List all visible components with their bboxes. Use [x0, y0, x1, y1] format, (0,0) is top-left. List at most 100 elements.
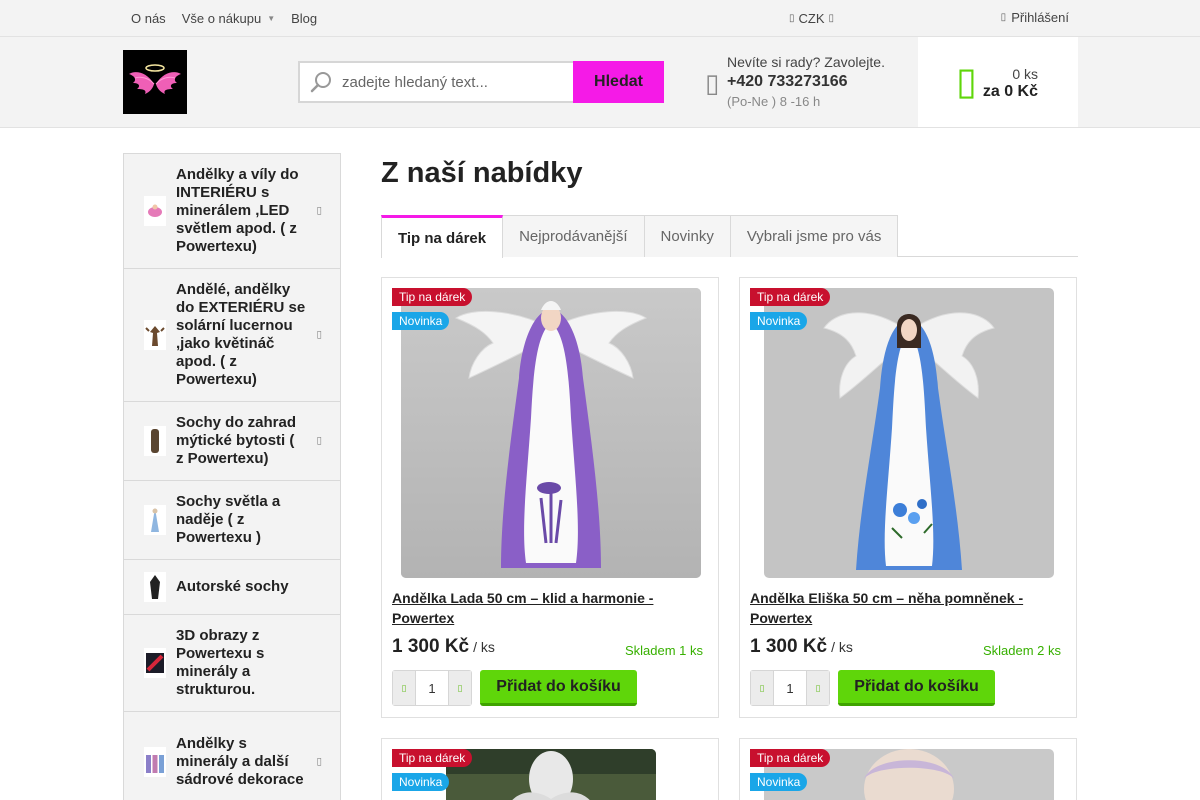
price-value: 1 300 Kč [750, 636, 828, 657]
sidebar-item-label: Andělé, andělky do EXTERIÉRU se solární … [176, 281, 306, 388]
plus-icon: ▯ [815, 682, 821, 693]
sidebar-item-label: Sochy světla a naděje ( z Powertexu ) [176, 493, 281, 546]
category-thumbnail [144, 320, 166, 350]
sidebar-item-author-statues[interactable]: Autorské sochy [124, 560, 340, 615]
quantity-input[interactable] [415, 671, 449, 705]
add-to-cart-button[interactable]: Přidat do košíku [480, 670, 637, 706]
product-image[interactable] [392, 288, 709, 578]
product-image[interactable] [750, 288, 1067, 578]
search-field-wrapper [298, 61, 573, 103]
category-thumbnail [144, 746, 166, 777]
product-card: Tip na dárek Novinka Andělka Eliška 50 c… [739, 277, 1077, 718]
chevron-down-icon: ▯ [828, 12, 835, 24]
price-unit: / ks [473, 639, 495, 655]
category-thumbnail [144, 505, 166, 535]
gift-tip-badge: Tip na dárek [392, 288, 473, 306]
minus-icon: ▯ [759, 682, 765, 693]
gift-tip-badge: Tip na dárek [750, 749, 831, 767]
nav-link-about[interactable]: O nás [123, 0, 174, 36]
sidebar-item-label: Andělky s minerály a další sádrové dekor… [176, 734, 304, 788]
product-tabs: Tip na dárek Nejprodávanější Novinky Vyb… [381, 215, 1078, 258]
sidebar-item-garden-statues[interactable]: Sochy do zahrad mýtické bytosti ( z Powe… [124, 402, 340, 481]
garden-angel-image [445, 749, 656, 800]
product-name-link[interactable]: Andělka Lada 50 cm – klid a harmonie - P… [392, 588, 692, 628]
plus-icon: ▯ [457, 682, 463, 693]
search-input[interactable] [342, 73, 562, 91]
quantity-stepper: ▯ ▯ [750, 670, 830, 706]
stock-status: Skladem 1 ks [624, 643, 703, 658]
sidebar-item-3d-pictures[interactable]: 3D obrazy z Powertexu s minerály a struk… [124, 615, 340, 712]
tab-gift-tip[interactable]: Tip na dárek [381, 215, 504, 258]
stock-status: Skladem 2 ks [982, 643, 1061, 658]
angel-wings-logo-icon [129, 64, 181, 94]
search-bar: Hledat [298, 61, 664, 103]
nav-link-label: Vše o nákupu [181, 10, 262, 26]
site-header: Hledat ▯ Nevíte si rady? Zavolejte. +420… [0, 37, 1200, 128]
search-button[interactable]: Hledat [573, 61, 664, 103]
tab-new[interactable]: Novinky [643, 215, 731, 257]
nav-link-label: Blog [291, 10, 318, 26]
chevron-right-icon: ▯ [316, 756, 322, 767]
product-name-link[interactable]: Andělka Eliška 50 cm – něha pomněnek - P… [750, 588, 1050, 628]
increase-quantity-button[interactable]: ▯ [449, 671, 471, 705]
product-card: Tip na dárek Novinka [381, 738, 719, 800]
search-icon [310, 72, 331, 93]
price-value: 1 300 Kč [392, 636, 470, 657]
tab-bestsellers[interactable]: Nejprodávanější [502, 215, 645, 257]
sidebar-item-mineral-angels[interactable]: Andělky s minerály a další sádrové dekor… [124, 712, 340, 800]
nav-link-shopping-info[interactable]: Vše o nákupu ▼ [174, 0, 283, 36]
category-thumbnail [144, 426, 166, 456]
contact-phone[interactable]: +420 733273166 [727, 73, 885, 91]
nav-link-blog[interactable]: Blog [283, 0, 325, 36]
cart-count: 0 ks [1012, 66, 1038, 82]
category-thumbnail [144, 648, 166, 678]
add-to-cart-button[interactable]: Přidat do košíku [838, 670, 995, 706]
user-icon: ▯ [1000, 11, 1007, 23]
category-sidebar: Andělky a víly do INTERIÉRU s minerálem … [123, 153, 341, 800]
sidebar-item-interior-angels[interactable]: Andělky a víly do INTERIÉRU s minerálem … [124, 154, 340, 269]
price-unit: / ks [831, 639, 853, 655]
chevron-down-icon: ▼ [267, 13, 276, 23]
category-thumbnail [144, 196, 166, 226]
chevron-right-icon: ▯ [316, 205, 322, 217]
quantity-input[interactable] [773, 671, 807, 705]
cart-widget[interactable]: ▯ 0 ks za 0 Kč [918, 37, 1078, 127]
sidebar-item-label: Andělky a víly do INTERIÉRU s minerálem … [176, 166, 299, 255]
product-card: Tip na dárek Novinka [739, 738, 1077, 800]
category-thumbnail [144, 572, 166, 602]
sidebar-item-exterior-angels[interactable]: Andělé, andělky do EXTERIÉRU se solární … [124, 269, 340, 402]
sidebar-item-light-hope-statues[interactable]: Sochy světla a naděje ( z Powertexu ) [124, 481, 340, 560]
sidebar-item-label: Sochy do zahrad mýtické bytosti ( z Powe… [176, 414, 297, 467]
contact-prompt: Nevíte si rady? Zavolejte. [727, 54, 885, 70]
site-logo[interactable] [123, 50, 187, 114]
chevron-right-icon: ▯ [316, 329, 322, 341]
gift-tip-badge: Tip na dárek [750, 288, 831, 306]
product-card: Tip na dárek Novinka Andělka Lada 50 cm … [381, 277, 719, 718]
section-title: Z naší nabídky [381, 157, 583, 189]
decrease-quantity-button[interactable]: ▯ [393, 671, 415, 705]
top-bar: O nás Vše o nákupu ▼ Blog ▯ CZK ▯ ▯ Přihl… [0, 0, 1200, 37]
tab-picked-for-you[interactable]: Vybrali jsme pro vás [729, 215, 899, 257]
minus-icon: ▯ [401, 682, 407, 693]
phone-icon: ▯ [705, 68, 720, 98]
currency-icon: ▯ [789, 12, 795, 24]
product-price: 1 300 Kč / ks [750, 636, 853, 658]
currency-label: CZK [798, 10, 825, 26]
new-badge: Novinka [392, 773, 450, 791]
gift-tip-badge: Tip na dárek [392, 749, 473, 767]
sidebar-item-label: 3D obrazy z Powertexu s minerály a struk… [176, 627, 265, 698]
contact-hours: (Po-Ne ) 8 -16 h [727, 94, 821, 109]
top-nav: O nás Vše o nákupu ▼ Blog [123, 0, 325, 36]
new-badge: Novinka [750, 773, 808, 791]
login-label: Přihlášení [1011, 9, 1069, 25]
chevron-right-icon: ▯ [316, 435, 322, 447]
product-price: 1 300 Kč / ks [392, 636, 495, 658]
decrease-quantity-button[interactable]: ▯ [751, 671, 773, 705]
angel-figurine-image [400, 288, 701, 578]
currency-selector[interactable]: ▯ CZK ▯ [789, 0, 834, 36]
login-link[interactable]: ▯ Přihlášení [1001, 0, 1069, 34]
increase-quantity-button[interactable]: ▯ [807, 671, 829, 705]
angel-figurine-image [763, 288, 1054, 578]
nav-link-label: O nás [131, 10, 166, 26]
new-badge: Novinka [750, 312, 808, 330]
